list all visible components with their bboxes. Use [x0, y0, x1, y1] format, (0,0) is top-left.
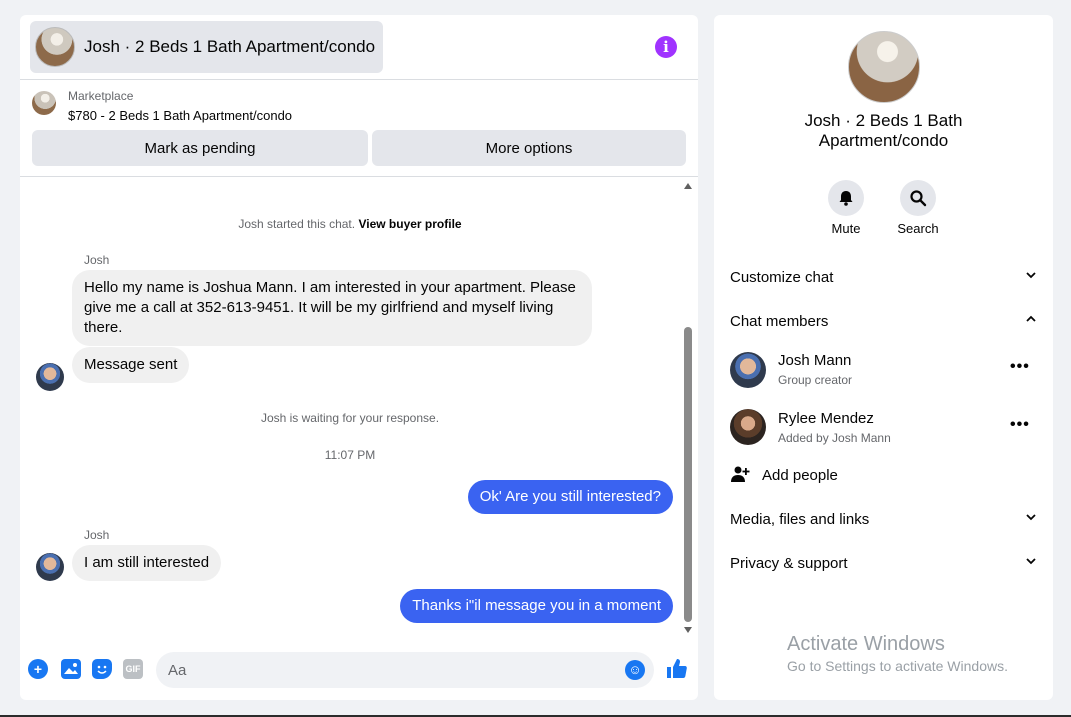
message-input[interactable]: Aa [156, 652, 654, 688]
more-options-button[interactable]: More options [372, 130, 686, 166]
listing-category: Marketplace [68, 89, 134, 103]
member-role: Group creator [778, 373, 853, 387]
scroll-up-arrow-icon[interactable] [684, 183, 692, 189]
customize-chat-section[interactable]: Customize chat [730, 269, 1037, 286]
gif-icon[interactable]: GIF [123, 659, 143, 679]
listing-avatar [35, 27, 75, 67]
sender-name: Josh [84, 528, 110, 542]
privacy-support-section[interactable]: Privacy & support [730, 555, 1037, 572]
sender-avatar[interactable] [36, 553, 64, 581]
chat-members-section[interactable]: Chat members [730, 313, 1037, 330]
message-list: Josh started this chat. View buyer profi… [20, 177, 698, 640]
listing-banner: Marketplace $780 - 2 Beds 1 Bath Apartme… [20, 80, 698, 177]
chevron-up-icon [1025, 313, 1037, 328]
image-icon[interactable] [61, 659, 81, 679]
outgoing-message[interactable]: Ok' Are you still interested? [467, 480, 673, 514]
mark-pending-button[interactable]: Mark as pending [32, 130, 368, 166]
view-buyer-profile-link[interactable]: View buyer profile [358, 217, 461, 231]
conversation-title-button[interactable]: Josh · 2 Beds 1 Bath Apartment/condo [30, 21, 383, 73]
outgoing-message[interactable]: Thanks i"il message you in a moment [400, 589, 673, 623]
media-files-section[interactable]: Media, files and links [730, 511, 1037, 528]
chat-started-notice: Josh started this chat. View buyer profi… [238, 217, 462, 231]
conversation-title: Josh · 2 Beds 1 Bath Apartment/condo [84, 37, 376, 56]
chevron-down-icon [1025, 555, 1037, 570]
search-button[interactable] [900, 180, 936, 216]
chevron-down-icon [1025, 511, 1037, 526]
message-timestamp: 11:07 PM [324, 448, 376, 462]
details-title: Josh · 2 Beds 1 Bath Apartment/condo [804, 111, 963, 150]
info-icon[interactable]: i [655, 36, 677, 58]
chevron-down-icon [1025, 269, 1037, 284]
add-people-button[interactable]: Add people [762, 467, 962, 484]
listing-price-title[interactable]: $780 - 2 Beds 1 Bath Apartment/condo [68, 108, 292, 123]
scrollbar-thumb[interactable] [684, 327, 692, 622]
search-label: Search [897, 221, 939, 236]
member-role: Added by Josh Mann [778, 431, 891, 445]
activate-windows-watermark: Activate Windows [787, 633, 945, 655]
listing-thumbnail[interactable] [32, 91, 56, 115]
plus-icon[interactable]: + [28, 659, 48, 679]
bell-icon [839, 191, 853, 206]
sticker-icon[interactable] [92, 659, 112, 679]
mute-button[interactable] [828, 180, 864, 216]
mute-label: Mute [831, 221, 861, 236]
sender-avatar[interactable] [36, 363, 64, 391]
activate-windows-subtext: Go to Settings to activate Windows. [787, 658, 1008, 674]
search-icon [910, 190, 927, 207]
add-person-icon[interactable] [730, 464, 750, 484]
more-options-icon[interactable]: ••• [1010, 416, 1030, 434]
avatar[interactable] [730, 409, 766, 445]
thumbs-up-icon[interactable] [665, 657, 689, 681]
chat-panel: Josh · 2 Beds 1 Bath Apartment/condo i M… [20, 15, 698, 700]
member-name[interactable]: Rylee Mendez [778, 410, 874, 427]
incoming-message[interactable]: Message sent [72, 347, 190, 383]
avatar[interactable] [730, 352, 766, 388]
message-composer: + GIF Aa ☺ [20, 640, 698, 700]
listing-photo[interactable] [848, 31, 920, 103]
member-name[interactable]: Josh Mann [778, 352, 851, 369]
waiting-notice: Josh is waiting for your response. [260, 411, 440, 425]
scroll-down-arrow-icon[interactable] [684, 627, 692, 633]
sender-name: Josh [84, 253, 110, 267]
incoming-message[interactable]: Hello my name is Joshua Mann. I am inter… [72, 270, 592, 346]
more-options-icon[interactable]: ••• [1010, 358, 1030, 376]
chat-details-panel: Josh · 2 Beds 1 Bath Apartment/condo Mut… [714, 15, 1053, 700]
incoming-message[interactable]: I am still interested [72, 545, 222, 581]
emoji-icon[interactable]: ☺ [625, 660, 645, 680]
chat-header: Josh · 2 Beds 1 Bath Apartment/condo i [20, 15, 698, 80]
